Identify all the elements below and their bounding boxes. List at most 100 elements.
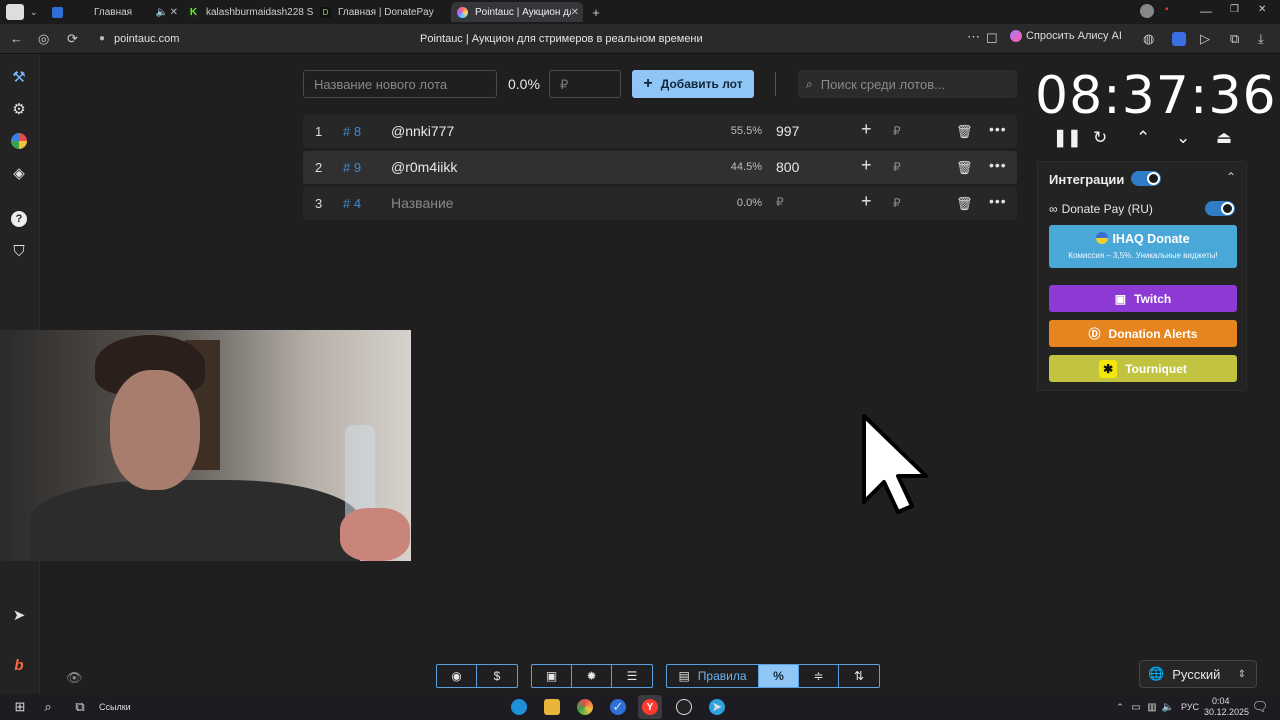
add-amount-icon[interactable]: + — [861, 119, 872, 140]
lot-row[interactable]: 3 # 4 Название 0.0% ₽ + ₽ 🗑 ••• — [303, 187, 1017, 220]
boosty-icon[interactable]: b — [8, 654, 30, 676]
lot-row[interactable]: 2 # 9 @r0m4iikk 44.5% 800 + ₽ 🗑 ••• — [303, 151, 1017, 184]
edge-icon[interactable] — [511, 699, 527, 715]
media-icon[interactable]: ▷ — [1200, 31, 1210, 47]
site-info-icon[interactable]: ● — [99, 33, 105, 44]
add-amount-icon[interactable]: + — [861, 155, 872, 176]
windows-start-icon[interactable]: ⊞ — [12, 699, 28, 715]
chevron-up-icon[interactable]: ⌃ — [1136, 128, 1150, 148]
close-window-button[interactable]: ✕ — [1258, 4, 1266, 15]
lot-name[interactable]: Название — [391, 195, 454, 211]
ihaq-donate-button[interactable]: IHAQ Donate Комиссия – 3,5%. Уникальные … — [1049, 225, 1237, 268]
more-options-icon[interactable]: ••• — [989, 193, 1007, 209]
mute-icon[interactable]: 🔈 — [156, 7, 168, 18]
more-options-icon[interactable]: ••• — [989, 121, 1007, 137]
rules-button[interactable]: ▤ Правила — [667, 665, 759, 687]
save-icon[interactable]: ▣ — [532, 665, 572, 687]
translate-icon[interactable]: ◍ — [1143, 31, 1154, 47]
clock-time[interactable]: 0:04 — [1212, 696, 1230, 706]
pause-icon[interactable]: ❚❚ — [1053, 128, 1082, 148]
close-tab-icon[interactable]: ✕ — [170, 7, 178, 18]
gear-icon[interactable]: ⚙ — [8, 98, 30, 120]
tray-expand-icon[interactable]: ⌃ — [1112, 699, 1128, 715]
reload-icon[interactable]: ⟳ — [67, 31, 78, 47]
ruble-icon[interactable]: ₽ — [893, 124, 901, 138]
compact-icon[interactable]: ≑ — [799, 665, 839, 687]
chevron-down-icon[interactable]: ⌄ — [1176, 128, 1190, 148]
sort-icon[interactable]: ⇅ — [839, 665, 879, 687]
close-tab-icon[interactable]: ✕ — [571, 7, 579, 18]
ruble-icon[interactable]: ₽ — [893, 160, 901, 174]
collections-icon[interactable]: ⧉ — [1230, 31, 1239, 47]
percent-toggle[interactable]: % — [759, 665, 799, 687]
github-icon[interactable]: ◉ — [437, 665, 477, 687]
chrome-icon[interactable] — [577, 699, 593, 715]
protect-icon[interactable]: ◎ — [38, 31, 49, 47]
clear-list-icon[interactable]: ☰ — [612, 665, 652, 687]
input-language[interactable]: РУС — [1181, 702, 1199, 712]
layers-icon[interactable]: ◈ — [8, 162, 30, 184]
check-app-icon[interactable]: ✓ — [610, 699, 626, 715]
downloads-icon[interactable]: ⤓ — [1258, 31, 1264, 47]
pie-chart-icon[interactable] — [8, 130, 30, 152]
minimize-button[interactable]: — — [1200, 4, 1212, 18]
reset-icon[interactable]: ↻ — [1093, 128, 1107, 148]
browser-tab-donatepay[interactable]: D Главная | DonatePay — [320, 2, 448, 22]
help-icon[interactable]: ? — [8, 208, 30, 230]
url-field[interactable]: ● pointauc.com Pointauc | Аукцион для ст… — [94, 28, 1004, 50]
telegram-icon[interactable]: ➤ — [8, 604, 30, 626]
donation-alerts-button[interactable]: Ⓓ Donation Alerts — [1049, 320, 1237, 347]
ruble-icon[interactable]: ₽ — [893, 196, 901, 210]
lot-name[interactable]: @r0m4iikk — [391, 159, 457, 175]
yandex-browser-icon[interactable]: Y — [638, 695, 662, 719]
browser-tab-home[interactable]: Главная 🔈 ✕ — [52, 2, 182, 22]
more-options-icon[interactable]: ••• — [989, 157, 1007, 173]
window-menu-button[interactable]: ⌄ — [4, 2, 44, 22]
extension-icon[interactable] — [1172, 32, 1186, 46]
add-lot-button[interactable]: + Добавить лот — [632, 70, 754, 98]
lot-amount[interactable]: 800 — [776, 159, 799, 175]
restore-button[interactable]: ❐ — [1230, 4, 1239, 15]
twitch-button[interactable]: ▣ Twitch — [1049, 285, 1237, 312]
clock-date[interactable]: 30.12.2025 — [1204, 707, 1249, 717]
links-toolbar[interactable]: Ссылки — [99, 702, 131, 712]
lot-amount[interactable]: ₽ — [776, 195, 784, 209]
integrations-toggle[interactable] — [1131, 171, 1161, 186]
eye-icon[interactable]: 👁 — [66, 670, 83, 686]
dollar-icon[interactable]: $ — [477, 665, 517, 687]
bookmark-icon[interactable]: ☐ — [986, 31, 998, 47]
more-icon[interactable]: ⋯ — [967, 29, 980, 45]
browser-tab-kick[interactable]: K kalashburmaidash228 Stre — [188, 2, 313, 22]
donate-pay-toggle[interactable] — [1205, 201, 1235, 216]
chevron-up-icon[interactable]: ⌃ — [1226, 170, 1236, 184]
lot-id[interactable]: # 8 — [343, 124, 361, 139]
telegram-taskbar-icon[interactable]: ➤ — [709, 699, 725, 715]
notifications-icon[interactable]: ▪ — [1165, 4, 1169, 15]
lot-id[interactable]: # 4 — [343, 196, 361, 211]
notification-center-icon[interactable]: 🗨 — [1252, 699, 1269, 715]
display-icon[interactable]: ▭ — [1128, 699, 1144, 715]
lot-row[interactable]: 1 # 8 @nnki777 55.5% 997 + ₽ 🗑 ••• — [303, 115, 1017, 148]
file-explorer-icon[interactable] — [544, 699, 560, 715]
task-view-icon[interactable]: ⧉ — [72, 699, 88, 715]
lot-id[interactable]: # 9 — [343, 160, 361, 175]
new-lot-name-input[interactable]: Название нового лота — [303, 70, 497, 98]
ask-alice-button[interactable]: Спросить Алису AI — [1010, 30, 1122, 42]
back-icon[interactable]: ← — [10, 31, 23, 46]
lot-name[interactable]: @nnki777 — [391, 123, 454, 139]
lot-amount[interactable]: 997 — [776, 123, 799, 139]
new-tab-button[interactable]: + — [588, 2, 604, 22]
lot-search-input[interactable]: ⌕ Поиск среди лотов... — [798, 70, 1017, 98]
profile-icon[interactable] — [1140, 4, 1154, 18]
new-lot-amount-input[interactable]: ₽ — [549, 70, 621, 98]
shield-icon[interactable]: ⛉ — [8, 240, 30, 262]
obs-icon[interactable] — [676, 699, 692, 715]
trash-icon[interactable]: 🗑 — [956, 160, 973, 176]
search-icon[interactable]: ⌕ — [40, 699, 56, 715]
browser-tab-pointauc[interactable]: Pointauc | Аукцион для ✕ — [451, 2, 583, 22]
trash-icon[interactable]: 🗑 — [956, 196, 973, 212]
trash-icon[interactable]: 🗑 — [956, 124, 973, 140]
network-icon[interactable]: ▥ — [1144, 699, 1160, 715]
gavel-icon[interactable]: ⚒ — [8, 66, 30, 88]
eject-icon[interactable]: ⏏ — [1216, 128, 1232, 148]
